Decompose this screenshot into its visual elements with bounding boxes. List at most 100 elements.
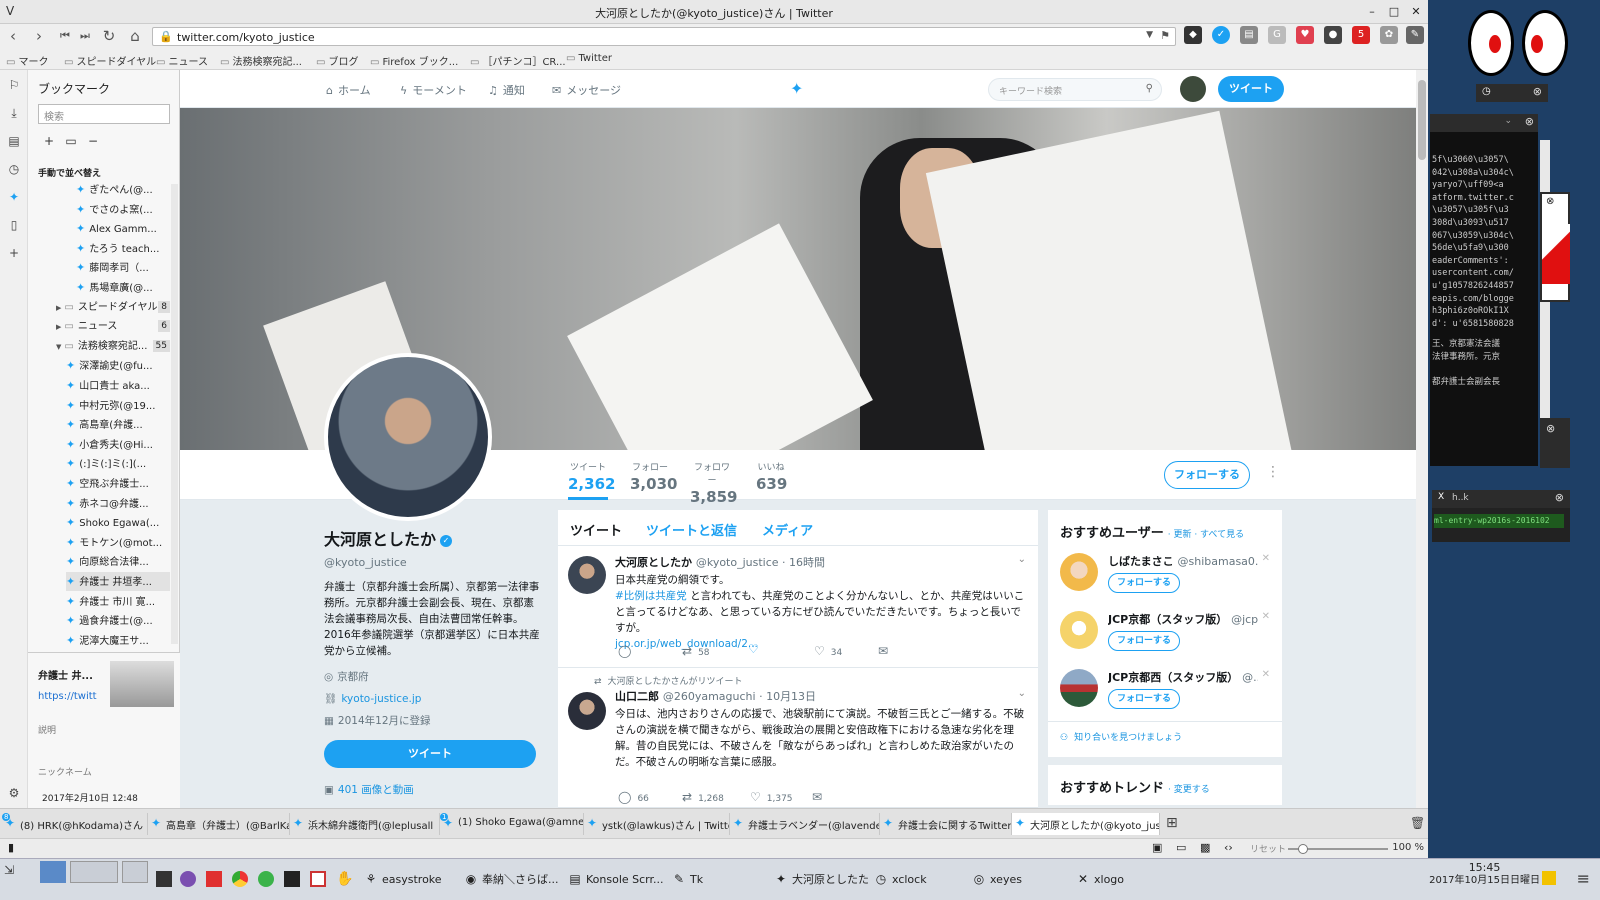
dismiss-icon[interactable]: ✕ <box>1262 669 1270 680</box>
browser-tab[interactable]: ✦ 高島章（弁護士）(@BarlKarl <box>148 813 290 835</box>
bookmark-tree-item[interactable]: ✦ ぎたぺん(@... <box>76 180 170 199</box>
task-item[interactable]: ✦ 大河原としたた... <box>772 869 870 891</box>
stat-tweets[interactable]: ツイート 2,362 <box>568 460 615 500</box>
add-bookmark-icon[interactable]: + <box>40 133 58 149</box>
like-action[interactable]: ♡ 1,375 <box>750 790 793 804</box>
terminal-launcher-icon[interactable] <box>156 871 172 887</box>
console-launcher-icon[interactable] <box>284 871 300 887</box>
minimize-icon[interactable]: – <box>1364 4 1380 20</box>
user-avatar[interactable] <box>1060 553 1098 591</box>
dismiss-icon[interactable]: ✕ <box>1262 611 1270 622</box>
chevron-down-icon[interactable]: ⌄ <box>1018 688 1026 699</box>
bookmark-tree-item[interactable]: ✦ 山口貴士 aka... <box>66 376 170 395</box>
task-item[interactable]: ◉ 奉納＼さらば... <box>462 869 560 891</box>
bookmark-tree-item[interactable]: ✦ でさのよ窯(... <box>76 200 170 219</box>
browser-tab[interactable]: ✦ 弁護士会に関するTwitterニ <box>880 813 1012 835</box>
bookmark-tree-item[interactable]: ▼ ▭ 法務検察宛記... 55 <box>56 337 170 356</box>
follow-button[interactable]: フォローする <box>1164 461 1250 489</box>
tree-scrollbar[interactable] <box>171 184 178 644</box>
tweet-author[interactable]: 山口二郎 @260yamaguchi · 10月13日 <box>615 688 1028 704</box>
detail-url[interactable]: https://twitt <box>38 691 97 702</box>
compose-tweet-button[interactable]: ツイート <box>1218 76 1284 102</box>
suggested-user[interactable]: JCP京都（スタッフ版） @jcp... フォローする ✕ <box>1048 605 1282 663</box>
workspace-2[interactable] <box>70 861 118 883</box>
search-icon[interactable]: ⚲ <box>1146 83 1153 94</box>
user-avatar[interactable] <box>1060 669 1098 707</box>
dm-action[interactable]: ✉ <box>878 644 894 658</box>
tile-icon[interactable]: ▭ <box>1176 841 1186 854</box>
trash-icon[interactable]: 🗑 <box>1410 816 1425 830</box>
first-icon[interactable]: ⏮ <box>56 27 74 45</box>
stat-following[interactable]: フォロー 3,030 <box>630 460 677 493</box>
chrome-launcher-icon[interactable] <box>232 871 248 887</box>
mini-terminal[interactable]: Xh..k ⊗ ml-entry-wp2016s-2016102 <box>1432 490 1570 542</box>
bookmark-icon[interactable]: ⚐ <box>6 78 22 94</box>
bookmark-folder[interactable]: ▭ マーク <box>6 53 48 68</box>
bookmark-search-input[interactable]: 検索 <box>38 104 170 124</box>
settings-icon[interactable]: ⚙ <box>6 786 22 802</box>
ext-twitter-icon[interactable]: ✓ <box>1212 26 1230 44</box>
tree-expander-icon[interactable]: ▼ <box>56 343 61 351</box>
bookmark-tree-item[interactable]: ✦ Shoko Egawa(... <box>66 513 170 532</box>
reload-icon[interactable]: ↻ <box>100 27 118 45</box>
tweet-item[interactable]: 大河原としたか @kyoto_justice · 16時間 日本共産党の綱領です… <box>558 546 1038 668</box>
profile-name[interactable]: 大河原としたか ✓ <box>324 526 544 550</box>
hashtag-link[interactable]: #比例は共産党 <box>615 590 687 602</box>
tab-tweets[interactable]: ツイート <box>570 520 622 539</box>
find-friends-link[interactable]: ⚇ 知り合いを見つけましょう <box>1048 721 1282 757</box>
twitter-search-input[interactable]: キーワード検索 ⚲ <box>988 78 1162 101</box>
task-item[interactable]: ✕ xlogo <box>1074 869 1172 891</box>
profile-website[interactable]: ⛓ kyoto-justice.jp <box>324 692 544 705</box>
tab-media[interactable]: メディア <box>762 520 813 539</box>
back-icon[interactable]: ‹ <box>4 27 22 45</box>
browser-tab[interactable]: ✦ 1 (1) Shoko Egawa(@amneris <box>440 813 584 835</box>
bookmark-tree-item[interactable]: ✦ 弁護士 井垣孝... <box>66 572 170 591</box>
ext-ghost-icon[interactable]: ◆ <box>1184 26 1202 44</box>
chevron-down-icon[interactable]: ⌄ <box>1504 116 1512 126</box>
close-icon[interactable]: ⊗ <box>1533 85 1542 98</box>
twitter-bird-icon[interactable]: ✦ <box>790 79 803 98</box>
profile-avatar[interactable] <box>324 353 492 521</box>
zoom-slider[interactable] <box>1288 844 1388 854</box>
user-name[interactable]: JCP京都西（スタッフ版） @... <box>1108 669 1258 685</box>
bookmark-folder[interactable]: ▭ スピードダイヤル <box>64 53 156 68</box>
launcher-icon[interactable]: ⇲ <box>4 863 14 877</box>
dm-action[interactable]: ✉ <box>812 790 828 804</box>
bookmark-tree-item[interactable]: ✦ (:]ミ(:]ミ(:](... <box>66 454 170 473</box>
task-item[interactable]: ▤ Konsole Scrr... <box>566 869 664 891</box>
nav-moments[interactable]: ϟ モーメント <box>400 82 467 98</box>
media-link[interactable]: ▣ 401 画像と動画 <box>324 782 544 797</box>
stat-followers[interactable]: フォロワー 3,859 <box>690 460 737 506</box>
save-action[interactable]: ♡ <box>748 642 765 656</box>
forward-icon[interactable]: › <box>30 27 48 45</box>
emacs-launcher-icon[interactable] <box>180 871 196 887</box>
suggested-user[interactable]: JCP京都西（スタッフ版） @... フォローする ✕ <box>1048 663 1282 721</box>
follow-user-button[interactable]: フォローする <box>1108 573 1180 593</box>
task-item[interactable]: ◷ xclock <box>872 869 970 891</box>
bookmark-tree-item[interactable]: ✦ 中村元弥(@19... <box>66 396 170 415</box>
change-trends-link[interactable]: · 変更する <box>1168 785 1210 795</box>
reply-action[interactable]: ◯ <box>618 644 637 658</box>
history-icon[interactable]: ◷ <box>6 162 22 178</box>
close-icon[interactable]: ⊗ <box>1555 491 1564 504</box>
chevron-down-icon[interactable]: ⌄ <box>1018 554 1026 565</box>
reply-action[interactable]: ◯ 66 <box>618 790 649 804</box>
download-icon[interactable]: ⤓ <box>6 106 22 122</box>
ext-g-icon[interactable]: G <box>1268 26 1286 44</box>
notes-icon[interactable]: ▤ <box>6 134 22 150</box>
browser-tab[interactable]: ✦ 大河原としたか(@kyoto_jus <box>1012 813 1160 835</box>
bookmark-tree-item[interactable]: ✦ たろう teach... <box>76 239 170 258</box>
close-icon[interactable]: ✕ <box>1408 4 1424 20</box>
tab-tweets-replies[interactable]: ツイートと返信 <box>646 520 737 539</box>
zoom-reset[interactable]: リセット <box>1250 842 1286 855</box>
panel-toggle-icon[interactable]: ▮ <box>8 841 14 854</box>
screenshot-launcher-icon[interactable] <box>310 871 326 887</box>
website-link[interactable]: kyoto-justice.jp <box>341 693 421 705</box>
dropdown-icon[interactable]: ▼ <box>1146 30 1153 40</box>
last-icon[interactable]: ⏭ <box>76 27 94 45</box>
menu-icon[interactable]: ≡ <box>1577 869 1590 888</box>
user-avatar[interactable] <box>1060 611 1098 649</box>
bookmark-tree-item[interactable]: ✦ 空飛ぶ弁護士... <box>66 474 170 493</box>
bookmark-folder[interactable]: ▭ ブログ <box>316 53 358 68</box>
tree-expander-icon[interactable]: ▶ <box>56 304 61 312</box>
